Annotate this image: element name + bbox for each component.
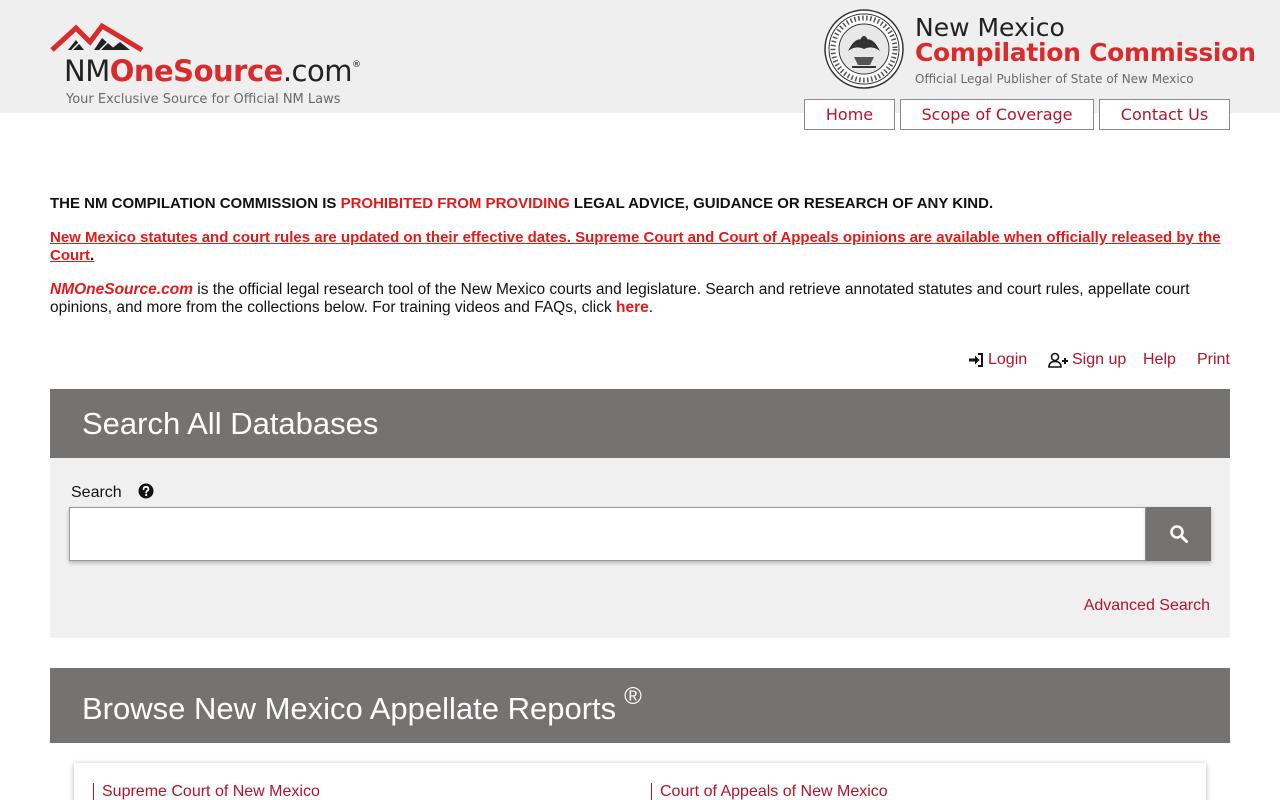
legal-advice-notice: THE NM COMPILATION COMMISSION IS PROHIBI… <box>50 195 993 212</box>
notice-1-red: PROHIBITED FROM PROVIDING <box>340 195 570 212</box>
search-label: Search <box>71 484 122 501</box>
advanced-search-link[interactable]: Advanced Search <box>1084 597 1210 615</box>
intro-paragraph: NMOneSource.com is the official legal re… <box>50 281 1230 317</box>
notice-1-post: LEGAL ADVICE, GUIDANCE OR RESEARCH OF AN… <box>569 195 994 212</box>
nav-scope-button[interactable]: Scope of Coverage <box>900 99 1094 130</box>
signup-link[interactable]: Sign up <box>1048 351 1126 369</box>
browse-reg-mark: ® <box>624 682 642 710</box>
browse-panel: Supreme Court of New Mexico Court of App… <box>74 763 1206 800</box>
user-plus-icon <box>1048 352 1068 368</box>
search-panel: Search Advanced Search <box>50 458 1230 638</box>
help-link[interactable]: Help <box>1143 351 1176 369</box>
logo-part-onesource: OneSource <box>109 54 284 88</box>
nmonesource-logo[interactable]: NMOneSource.com® Your Exclusive Source f… <box>50 20 370 112</box>
commission-tagline: Official Legal Publisher of State of New… <box>915 72 1194 86</box>
login-label[interactable]: Login <box>988 351 1027 369</box>
search-icon <box>1169 525 1188 543</box>
browse-title-text: Browse New Mexico Appellate Reports <box>82 690 617 726</box>
nav-home-button[interactable]: Home <box>804 99 895 130</box>
court-of-appeals-link[interactable]: Court of Appeals of New Mexico <box>651 783 888 800</box>
search-input[interactable] <box>69 507 1146 561</box>
supreme-court-link[interactable]: Supreme Court of New Mexico <box>93 783 320 800</box>
commission-name-line2: Compilation Commission <box>915 38 1256 67</box>
logo-tagline: Your Exclusive Source for Official NM La… <box>66 92 341 107</box>
state-seal-icon <box>824 9 904 89</box>
browse-panel-title: Browse New Mexico Appellate Reports ® <box>50 668 1230 743</box>
logo-reg-mark: ® <box>351 60 361 70</box>
notice-1-pre: THE NM COMPILATION COMMISSION IS <box>50 195 341 212</box>
signup-label[interactable]: Sign up <box>1072 351 1126 369</box>
notice-2-text[interactable]: New Mexico statutes and court rules are … <box>50 229 1221 264</box>
notice-2-end: . <box>90 247 95 264</box>
search-button[interactable] <box>1146 507 1211 561</box>
intro-end: . <box>648 299 654 316</box>
intro-brand: NMOneSource.com <box>50 281 193 298</box>
question-circle-icon[interactable] <box>138 483 154 499</box>
mountain-roof-icon <box>50 22 144 53</box>
training-here-link[interactable]: here <box>616 299 649 316</box>
sign-in-icon <box>969 353 983 367</box>
update-notice-link[interactable]: New Mexico statutes and court rules are … <box>50 229 1230 265</box>
logo-wordmark: NMOneSource.com® <box>64 54 361 88</box>
search-panel-title: Search All Databases <box>50 389 1230 458</box>
help-label[interactable]: Help <box>1143 351 1176 369</box>
print-label[interactable]: Print <box>1197 351 1230 369</box>
logo-part-nm: NM <box>64 54 110 88</box>
nav-contact-button[interactable]: Contact Us <box>1099 99 1230 130</box>
login-link[interactable]: Login <box>968 351 1027 369</box>
logo-part-com: .com <box>282 54 353 88</box>
print-link[interactable]: Print <box>1197 351 1230 369</box>
